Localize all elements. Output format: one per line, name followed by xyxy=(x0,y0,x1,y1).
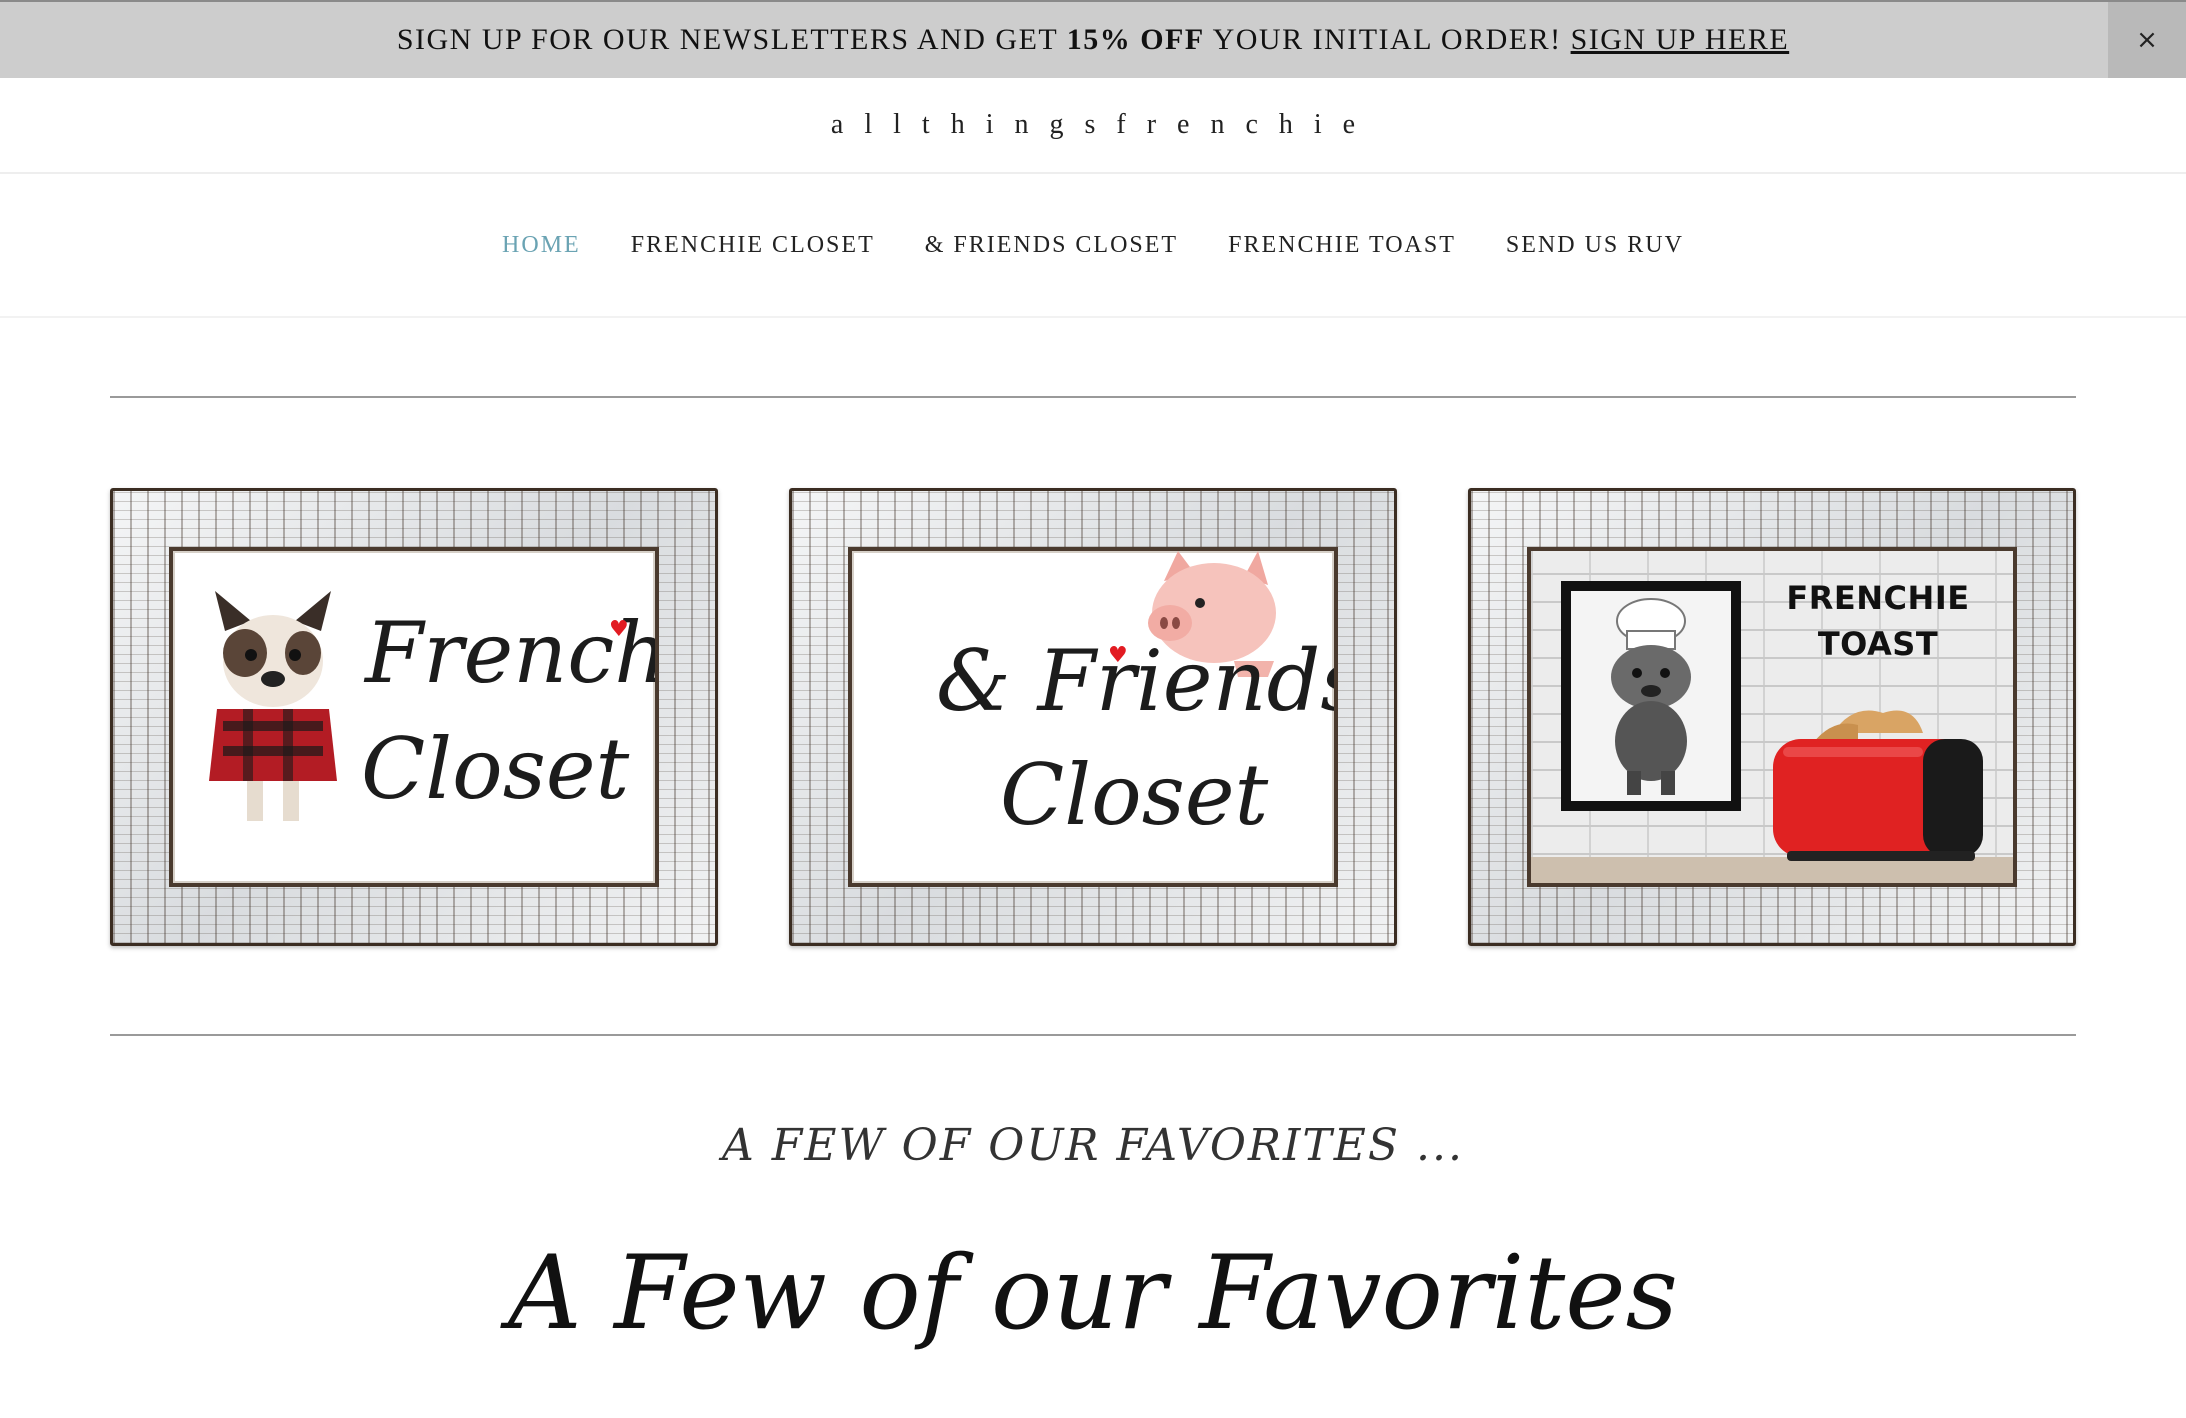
chef-dog-icon xyxy=(1611,598,1691,795)
favorites-heading: A Few of our Favorites xyxy=(507,1234,1678,1353)
close-announcement-button[interactable]: × xyxy=(2108,2,2186,78)
main-nav: HOME FRENCHIE CLOSET & FRIENDS CLOSET FR… xyxy=(0,174,2186,318)
frenchie-closet-image: Frenchie ♥ Closet xyxy=(169,547,659,887)
close-icon: × xyxy=(2136,25,2158,55)
heart-icon: ♥ xyxy=(1108,643,1128,668)
favorites-subheading: A FEW OF OUR FAVORITES ... xyxy=(722,1120,1464,1171)
header-logo-bar: allthingsfrenchie xyxy=(0,78,2186,174)
frenchie-dog-illustration xyxy=(209,591,337,821)
frenchie-toast-image: FRENCHIE TOAST xyxy=(1527,547,2017,887)
friends-closet-title-line2: Closet xyxy=(1000,746,1269,844)
toaster-illustration xyxy=(1773,710,1983,861)
divider-top xyxy=(110,396,2076,398)
announcement-text: SIGN UP FOR OUR NEWSLETTERS AND GET 15% … xyxy=(397,23,1789,57)
announcement-text-after: YOUR INITIAL ORDER! xyxy=(1204,23,1571,56)
divider-bottom xyxy=(110,1034,2076,1036)
frenchie-toast-title-line1: FRENCHIE xyxy=(1786,579,1970,617)
frenchie-closet-tile[interactable]: Frenchie ♥ Closet xyxy=(110,488,718,946)
friends-closet-image: & Friends ♥ Closet xyxy=(848,547,1338,887)
nav-item-frenchie-closet[interactable]: FRENCHIE CLOSET xyxy=(631,232,875,259)
chef-frenchie-poster xyxy=(1561,581,1741,811)
heart-icon: ♥ xyxy=(609,617,629,642)
announcement-bar: SIGN UP FOR OUR NEWSLETTERS AND GET 15% … xyxy=(0,0,2186,78)
site-logo[interactable]: allthingsfrenchie xyxy=(810,109,1376,141)
friends-closet-tile[interactable]: & Friends ♥ Closet xyxy=(789,488,1397,946)
nav-item-frenchie-toast[interactable]: FRENCHIE TOAST xyxy=(1228,232,1456,259)
frenchie-toast-title-line2: TOAST xyxy=(1817,625,1939,663)
sign-up-link[interactable]: SIGN UP HERE xyxy=(1571,23,1790,56)
announcement-text-before: SIGN UP FOR OUR NEWSLETTERS AND GET xyxy=(396,23,1067,56)
frenchie-toast-tile[interactable]: FRENCHIE TOAST xyxy=(1468,488,2076,946)
nav-item-friends-closet[interactable]: & FRIENDS CLOSET xyxy=(925,232,1178,259)
friends-closet-title-line1: & Friends xyxy=(936,632,1338,730)
frenchie-closet-title-line2: Closet xyxy=(361,720,630,818)
nav-item-home[interactable]: HOME xyxy=(502,232,581,259)
nav-item-send-us-ruv[interactable]: SEND US RUV xyxy=(1506,232,1684,259)
frenchie-toast-title: FRENCHIE TOAST xyxy=(1783,575,1973,667)
announcement-discount: 15% OFF xyxy=(1066,23,1205,56)
